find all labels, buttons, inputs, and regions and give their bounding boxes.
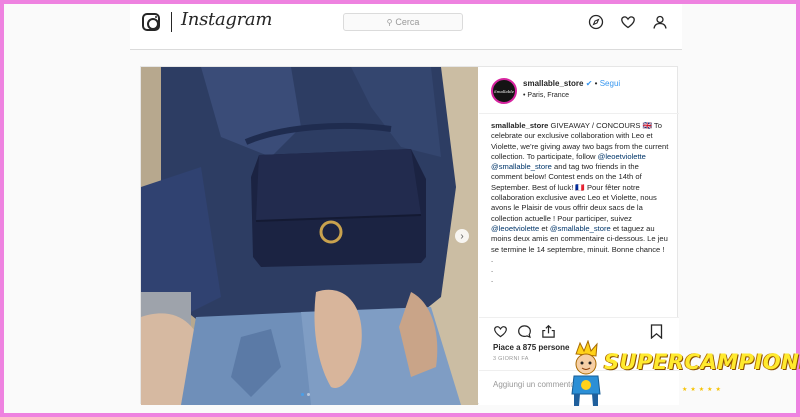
avatar[interactable]: Smallable xyxy=(491,78,517,104)
action-icons xyxy=(493,324,556,339)
carousel-dot-1 xyxy=(301,393,304,396)
post-photo[interactable]: › xyxy=(141,67,478,405)
follow-separator: • xyxy=(594,79,598,88)
instagram-header: Instagram ⚲ Cerca xyxy=(130,4,682,50)
follow-button[interactable]: Segui xyxy=(600,79,620,88)
caption-text-4: et xyxy=(539,223,550,233)
search-placeholder: Cerca xyxy=(395,17,420,27)
post-header: Smallable smallable_store ✔ • Segui • Pa… xyxy=(479,67,679,114)
post-time-ago: 3 GIORNI FA xyxy=(493,356,529,362)
post-photo-illustration xyxy=(141,67,478,405)
header-nav-icons xyxy=(588,14,668,30)
compass-icon[interactable] xyxy=(588,14,604,30)
search-icon: ⚲ xyxy=(386,17,393,27)
carousel-dots xyxy=(301,393,310,396)
carousel-dot-2 xyxy=(307,393,310,396)
instagram-wordmark[interactable]: Instagram xyxy=(181,9,272,30)
caption-author[interactable]: smallable_store xyxy=(491,121,548,130)
carousel-next-button[interactable]: › xyxy=(455,229,469,243)
post-author-line: smallable_store ✔ • Segui xyxy=(523,79,620,88)
likes-count[interactable]: Piace a 875 persone xyxy=(493,343,570,352)
logo-separator xyxy=(171,12,172,32)
bookmark-icon[interactable] xyxy=(650,324,663,339)
mention-smallable-store[interactable]: @smallable_store xyxy=(491,162,552,171)
post-username[interactable]: smallable_store xyxy=(523,79,583,88)
caption-text-3: and tag two friends in the comment below… xyxy=(491,162,657,223)
search-input[interactable]: ⚲ Cerca xyxy=(343,13,463,31)
like-heart-icon[interactable] xyxy=(493,324,508,339)
post-location[interactable]: • Paris, France xyxy=(523,92,569,99)
profile-icon[interactable] xyxy=(652,14,668,30)
mention-leoetviolette[interactable]: @leoetviolette xyxy=(598,152,646,161)
mention-smallable-store-fr[interactable]: @smallable_store xyxy=(550,224,611,233)
mention-leoetviolette-fr[interactable]: @leoetviolette xyxy=(491,224,539,233)
supercampione-watermark: SUPERCAMPIONE ★★★★★ xyxy=(564,338,800,414)
heart-icon[interactable] xyxy=(620,14,636,30)
mascot-icon xyxy=(571,340,601,406)
watermark-wordmark: SUPERCAMPIONE xyxy=(604,350,800,374)
comment-icon[interactable] xyxy=(517,324,532,339)
watermark-part1: SUPER xyxy=(604,350,685,374)
share-icon[interactable] xyxy=(541,324,556,339)
caption-dots: . . . xyxy=(491,254,494,285)
watermark-part2: CAMPIONE xyxy=(684,350,800,374)
verified-badge-icon: ✔ xyxy=(585,79,593,88)
post-caption: smallable_store GIVEAWAY / CONCOURS 🇬🇧 T… xyxy=(491,121,669,317)
instagram-camera-icon[interactable] xyxy=(142,13,160,31)
watermark-stars: ★★★★★ xyxy=(682,387,724,393)
